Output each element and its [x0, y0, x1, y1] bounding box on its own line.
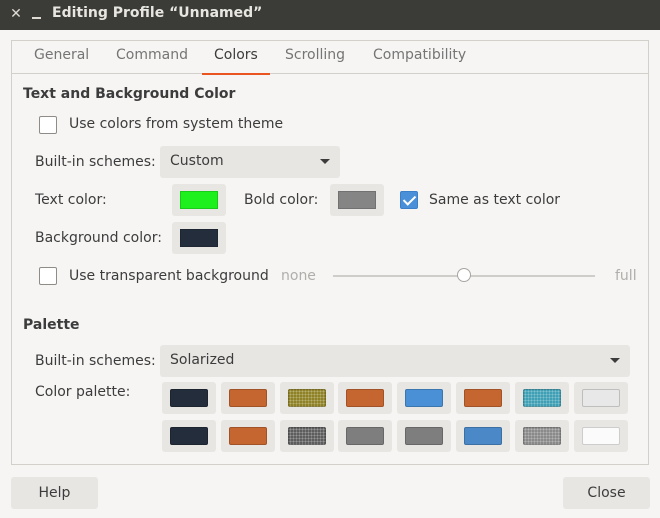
text-color-swatch: [180, 191, 218, 209]
bg-color-button[interactable]: [172, 222, 226, 254]
palette-color-button[interactable]: [220, 420, 275, 452]
text-bg-section-title: Text and Background Color: [23, 86, 236, 102]
text-color-button[interactable]: [172, 184, 226, 216]
palette-color-button[interactable]: [279, 420, 334, 452]
palette-color-swatch: [581, 389, 620, 407]
chevron-down-icon: [320, 159, 330, 164]
tab-scrolling[interactable]: Scrolling: [285, 47, 345, 74]
transparency-slider-handle[interactable]: [457, 268, 471, 282]
palette-color-swatch: [228, 427, 267, 445]
slider-max-label: full: [615, 268, 637, 284]
close-button[interactable]: Close: [563, 477, 650, 509]
bg-color-label: Background color:: [35, 230, 162, 246]
chevron-down-icon: [610, 358, 620, 363]
palette-color-swatch: [522, 389, 561, 407]
palette-schemes-label: Built-in schemes:: [35, 353, 156, 369]
palette-color-swatch: [464, 427, 502, 445]
use-system-colors-label: Use colors from system theme: [69, 116, 284, 132]
color-palette-label: Color palette:: [35, 384, 131, 400]
same-as-text-checkbox[interactable]: [400, 191, 418, 209]
use-system-colors-checkbox[interactable]: [39, 116, 57, 134]
title-bar: ✕ Editing Profile “Unnamed”: [0, 0, 660, 30]
palette-color-button[interactable]: [573, 382, 628, 414]
slider-min-label: none: [281, 268, 316, 284]
palette-color-swatch: [581, 427, 620, 445]
palette-color-swatch: [228, 389, 267, 407]
bold-color-button[interactable]: [330, 184, 384, 216]
transparent-bg-checkbox[interactable]: [39, 267, 57, 285]
palette-color-swatch: [405, 427, 444, 445]
text-schemes-dropdown[interactable]: Custom: [160, 146, 340, 178]
palette-color-swatch: [464, 389, 502, 407]
same-as-text-label: Same as text color: [429, 192, 561, 208]
bold-color-swatch: [338, 191, 376, 209]
palette-color-button[interactable]: [397, 382, 452, 414]
tab-bar: General Command Colors Scrolling Compati…: [12, 41, 648, 75]
palette-color-button[interactable]: [338, 382, 393, 414]
help-button[interactable]: Help: [11, 477, 98, 509]
window-title: Editing Profile “Unnamed”: [52, 5, 263, 21]
palette-color-button[interactable]: [162, 420, 216, 452]
close-icon[interactable]: ✕: [8, 4, 24, 24]
palette-color-button[interactable]: [456, 382, 510, 414]
tab-colors[interactable]: Colors: [202, 47, 270, 75]
palette-color-button[interactable]: [162, 382, 216, 414]
palette-section-title: Palette: [23, 317, 80, 333]
transparent-bg-label: Use transparent background: [69, 268, 269, 284]
palette-color-swatch: [346, 389, 385, 407]
palette-color-swatch: [346, 427, 385, 445]
text-schemes-value: Custom: [170, 153, 224, 169]
palette-color-button[interactable]: [573, 420, 628, 452]
palette-color-swatch: [287, 427, 326, 445]
text-schemes-label: Built-in schemes:: [35, 154, 156, 170]
palette-color-button[interactable]: [456, 420, 510, 452]
palette-color-button[interactable]: [338, 420, 393, 452]
tab-command[interactable]: Command: [116, 47, 188, 74]
palette-schemes-value: Solarized: [170, 352, 235, 368]
minimize-icon[interactable]: [32, 4, 44, 24]
palette-color-swatch: [405, 389, 444, 407]
bold-color-label: Bold color:: [244, 192, 319, 208]
palette-color-swatch: [522, 427, 561, 445]
tab-general[interactable]: General: [34, 47, 89, 74]
palette-color-button[interactable]: [279, 382, 334, 414]
palette-color-button[interactable]: [397, 420, 452, 452]
palette-color-button[interactable]: [220, 382, 275, 414]
palette-schemes-dropdown[interactable]: Solarized: [160, 345, 630, 377]
palette-color-button[interactable]: [514, 420, 569, 452]
palette-color-swatch: [170, 427, 208, 445]
text-color-label: Text color:: [35, 192, 107, 208]
palette-color-button[interactable]: [514, 382, 569, 414]
tab-compatibility[interactable]: Compatibility: [373, 47, 466, 74]
bg-color-swatch: [180, 229, 218, 247]
palette-color-swatch: [287, 389, 326, 407]
palette-color-swatch: [170, 389, 208, 407]
